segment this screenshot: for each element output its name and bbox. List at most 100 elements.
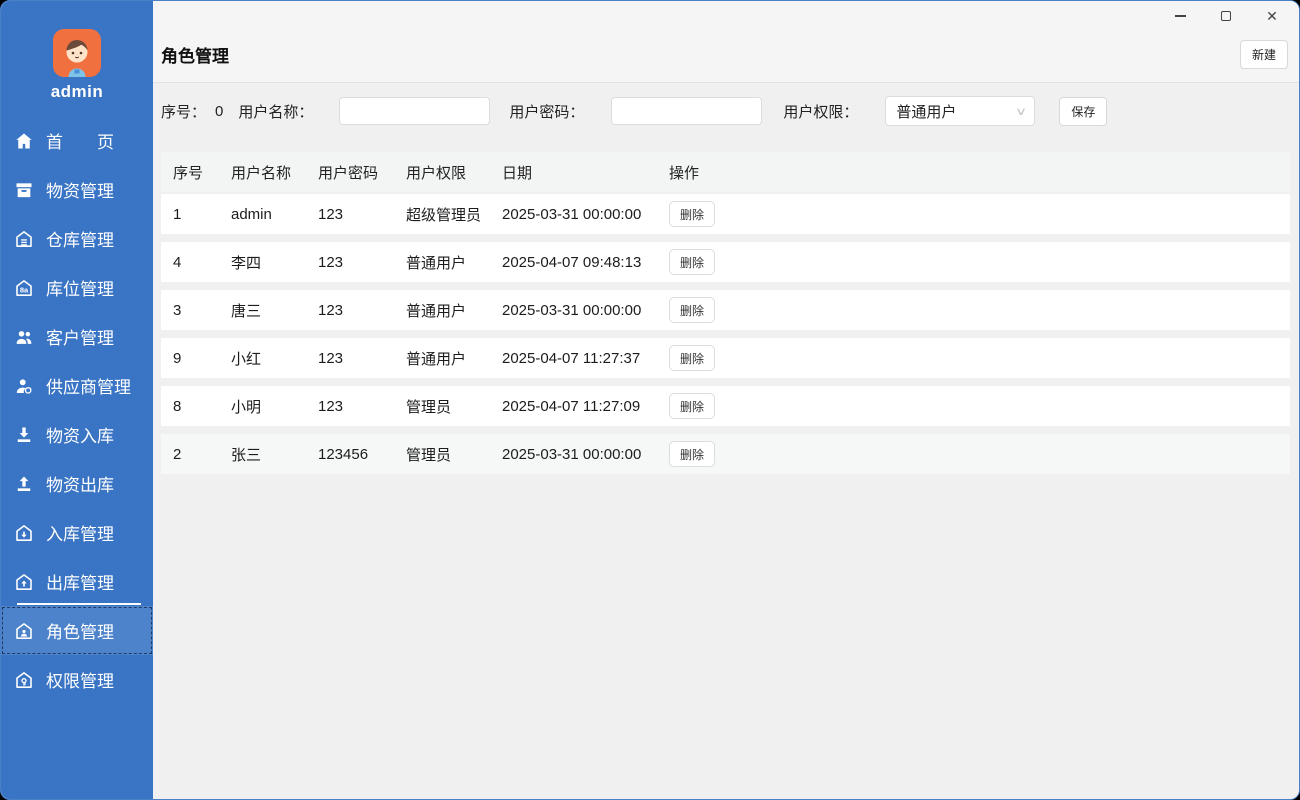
table-row: 1 admin 123 超级管理员 2025-03-31 00:00:00 删除 (161, 194, 1290, 234)
cell-date: 2025-03-31 00:00:00 (502, 301, 642, 319)
sidebar-item-home[interactable]: 首页 (1, 116, 153, 165)
material-in-icon (14, 425, 34, 445)
cell-password: 123 (318, 253, 344, 271)
warehouse-icon (14, 229, 34, 249)
material-out-icon (14, 474, 34, 494)
cell-serial: 8 (173, 397, 182, 415)
cell-serial: 1 (173, 205, 182, 223)
cell-date: 2025-03-31 00:00:00 (502, 205, 642, 223)
username-input[interactable] (339, 97, 491, 125)
app-window: admin 首页 物资管理 仓库管理 8a 库位管理 客户管理 供应商管理 物资… (0, 0, 1300, 800)
sidebar-item-suppliers[interactable]: 供应商管理 (1, 361, 153, 410)
cell-password: 123 (318, 301, 344, 319)
col-actions: 操作 (669, 164, 700, 182)
titlebar: ✕ 角色管理 新建 (153, 1, 1299, 83)
sidebar-item-role-mgmt[interactable]: 角色管理 (1, 603, 153, 655)
cell-username: 小明 (231, 398, 262, 416)
close-button[interactable]: ✕ (1249, 1, 1295, 31)
permission-select[interactable]: 普通用户 ∨ (885, 96, 1036, 126)
cell-date: 2025-04-07 11:27:09 (502, 397, 641, 415)
cell-password: 123 (318, 397, 344, 415)
inbound-mgmt-icon (14, 523, 34, 543)
sidebar-item-material-in[interactable]: 物资入库 (1, 410, 153, 459)
minimize-icon (1174, 15, 1186, 17)
page-title: 角色管理 (161, 47, 229, 66)
outbound-mgmt-icon (14, 572, 34, 592)
cell-username: admin (231, 205, 272, 223)
table-row: 4 李四 123 普通用户 2025-04-07 09:48:13 删除 (161, 242, 1290, 282)
password-input[interactable] (611, 97, 763, 125)
new-button[interactable]: 新建 (1239, 40, 1288, 69)
chevron-down-icon: ∨ (1015, 105, 1028, 118)
main-content: ✕ 角色管理 新建 序号： 0 用户名称： 用户密码： 用户权限： 普通用户 ∨… (153, 1, 1299, 799)
col-password: 用户密码 (318, 164, 379, 182)
cell-password: 123456 (318, 445, 369, 463)
minimize-button[interactable] (1157, 1, 1203, 31)
sidebar-item-warehouse[interactable]: 仓库管理 (1, 214, 153, 263)
cell-username: 小红 (231, 350, 262, 368)
role-form: 序号： 0 用户名称： 用户密码： 用户权限： 普通用户 ∨ 保存 (153, 83, 1299, 138)
username-label: 用户名称： (238, 103, 314, 121)
delete-button[interactable]: 删除 (669, 393, 715, 419)
sidebar-item-customers[interactable]: 客户管理 (1, 312, 153, 361)
delete-button[interactable]: 删除 (669, 249, 715, 275)
role-mgmt-icon (14, 621, 34, 641)
permission-label: 用户权限： (783, 103, 859, 121)
password-label: 用户密码： (509, 103, 585, 121)
title-row: 角色管理 新建 (161, 40, 1288, 69)
cell-permission: 普通用户 (406, 350, 467, 368)
sidebar-item-materials[interactable]: 物资管理 (1, 165, 153, 214)
sidebar-nav: 首页 物资管理 仓库管理 8a 库位管理 客户管理 供应商管理 物资入库 物资出… (1, 116, 153, 704)
col-serial: 序号 (173, 164, 204, 182)
cell-permission: 普通用户 (406, 302, 467, 320)
col-username: 用户名称 (231, 164, 292, 182)
sidebar-item-permission-mgmt[interactable]: 权限管理 (1, 655, 153, 704)
sidebar-item-material-out[interactable]: 物资出库 (1, 459, 153, 508)
home-icon (14, 131, 34, 151)
table-header: 序号 用户名称 用户密码 用户权限 日期 操作 (161, 152, 1290, 192)
username: admin (50, 82, 104, 101)
cell-username: 唐三 (231, 302, 262, 320)
cell-password: 123 (318, 205, 344, 223)
col-date: 日期 (502, 164, 533, 182)
delete-button[interactable]: 删除 (669, 345, 715, 371)
save-button[interactable]: 保存 (1059, 96, 1108, 126)
permission-select-value: 普通用户 (896, 103, 957, 121)
sidebar: admin 首页 物资管理 仓库管理 8a 库位管理 客户管理 供应商管理 物资… (1, 1, 153, 799)
sidebar-item-inbound-mgmt[interactable]: 入库管理 (1, 508, 153, 557)
maximize-icon (1221, 11, 1231, 21)
cell-username: 张三 (231, 446, 262, 464)
cell-serial: 3 (173, 301, 182, 319)
permission-mgmt-icon (14, 670, 34, 690)
sidebar-item-location[interactable]: 8a 库位管理 (1, 263, 153, 312)
cell-permission: 管理员 (406, 446, 452, 464)
col-permission: 用户权限 (406, 164, 467, 182)
avatar-icon (53, 29, 101, 77)
sidebar-item-outbound-mgmt[interactable]: 出库管理 (1, 557, 153, 606)
delete-button[interactable]: 删除 (669, 441, 715, 467)
window-controls: ✕ (1157, 1, 1295, 31)
cell-serial: 9 (173, 349, 182, 367)
svg-text:8a: 8a (20, 285, 29, 294)
delete-button[interactable]: 删除 (669, 201, 715, 227)
cell-date: 2025-04-07 09:48:13 (502, 253, 642, 271)
cell-password: 123 (318, 349, 344, 367)
customers-icon (14, 327, 34, 347)
cell-date: 2025-04-07 11:27:37 (502, 349, 641, 367)
roles-table: 序号 用户名称 用户密码 用户权限 日期 操作 1 admin 123 超级管理… (153, 138, 1299, 474)
delete-button[interactable]: 删除 (669, 297, 715, 323)
avatar (53, 29, 101, 77)
location-icon: 8a (14, 278, 34, 298)
maximize-button[interactable] (1203, 1, 1249, 31)
table-row: 9 小红 123 普通用户 2025-04-07 11:27:37 删除 (161, 338, 1290, 378)
serial-value: 0 (215, 102, 224, 120)
cell-permission: 管理员 (406, 398, 452, 416)
cell-date: 2025-03-31 00:00:00 (502, 445, 642, 463)
table-row: 8 小明 123 管理员 2025-04-07 11:27:09 删除 (161, 386, 1290, 426)
cell-permission: 普通用户 (406, 254, 467, 272)
table-row: 3 唐三 123 普通用户 2025-03-31 00:00:00 删除 (161, 290, 1290, 330)
table-row: 2 张三 123456 管理员 2025-03-31 00:00:00 删除 (161, 434, 1290, 474)
cell-serial: 2 (173, 445, 182, 463)
cell-serial: 4 (173, 253, 182, 271)
cell-permission: 超级管理员 (406, 206, 482, 224)
